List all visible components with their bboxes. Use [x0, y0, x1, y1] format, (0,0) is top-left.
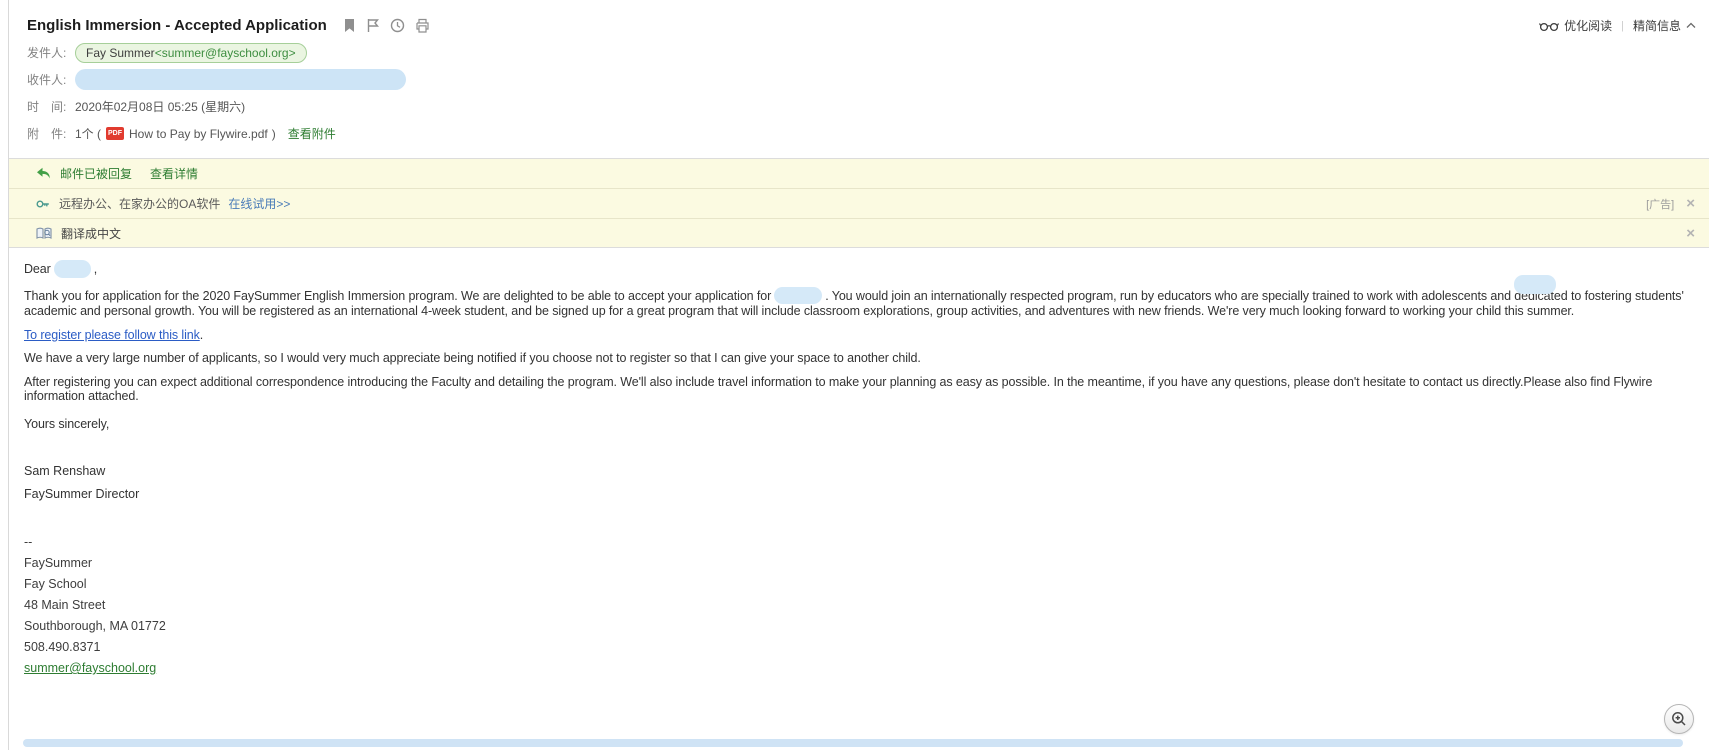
sender-contact-pill[interactable]: Fay Summer <summer@fayschool.org> — [75, 43, 307, 63]
mail-view: English Immersion - Accepted Application… — [8, 0, 1709, 750]
translate-action-text[interactable]: 翻译成中文 — [61, 225, 121, 242]
paragraph-2: We have a very large number of applicant… — [24, 351, 1694, 366]
closing-line: Yours sincerely, — [24, 417, 1694, 432]
recipient-redacted-pill[interactable] — [75, 69, 406, 90]
attachment-paren: ) — [272, 127, 276, 141]
pdf-icon: PDF — [106, 127, 124, 140]
optimize-reading-label: 优化阅读 — [1564, 17, 1612, 34]
key-icon — [36, 198, 50, 210]
email-body: Dear, Thank you for application for the … — [9, 248, 1709, 679]
reply-arrow-icon — [36, 167, 51, 180]
attachment-count: 1个 ( — [75, 125, 101, 142]
flag-icon[interactable] — [366, 18, 380, 33]
replied-notice-bar: 邮件已被回复 查看详情 — [9, 158, 1709, 188]
redacted-text-blob — [1514, 275, 1556, 294]
translate-notice-bar: 翻译成中文 × — [9, 218, 1709, 248]
clock-icon[interactable] — [390, 18, 405, 33]
email-subject: English Immersion - Accepted Application — [27, 17, 327, 34]
redacted-student-name — [774, 287, 822, 304]
signature-school: Fay School — [24, 574, 1694, 595]
glasses-icon — [1539, 20, 1559, 32]
replied-status-text: 邮件已被回复 — [60, 165, 132, 182]
toolbar-divider: | — [1621, 20, 1624, 32]
register-link[interactable]: To register please follow this link — [24, 328, 200, 342]
translate-close-icon[interactable]: × — [1686, 226, 1695, 241]
signature-city: Southborough, MA 01772 — [24, 616, 1694, 637]
greeting-comma: , — [94, 262, 97, 276]
signature-org: FaySummer — [24, 553, 1694, 574]
bookmark-icon[interactable] — [343, 18, 356, 33]
to-label: 收件人: — [27, 71, 75, 88]
translate-book-icon — [36, 227, 52, 240]
greeting-line: Dear, — [24, 260, 1694, 278]
simplify-info-label: 精简信息 — [1633, 17, 1681, 34]
signature-street: 48 Main Street — [24, 595, 1694, 616]
signature-divider: -- — [24, 532, 1694, 553]
sender-name: Fay Summer — [86, 46, 155, 60]
horizontal-scrollbar[interactable] — [23, 739, 1683, 747]
signature-title: FaySummer Director — [24, 487, 1694, 502]
time-value: 2020年02月08日 05:25 (星期六) — [75, 98, 245, 115]
sender-email: <summer@fayschool.org> — [155, 46, 296, 60]
signature-name: Sam Renshaw — [24, 464, 1694, 479]
ad-try-online-link[interactable]: 在线试用>> — [228, 195, 290, 212]
attachment-filename[interactable]: How to Pay by Flywire.pdf — [129, 127, 268, 141]
register-line: To register please follow this link. — [24, 328, 1694, 343]
ad-tag: [广告] — [1646, 196, 1674, 212]
time-label: 时 间: — [27, 98, 75, 115]
greeting-text: Dear — [24, 262, 51, 276]
paragraph-1: Thank you for application for the 2020 F… — [24, 287, 1694, 319]
paragraph-3: After registering you can expect additio… — [24, 375, 1694, 404]
redacted-recipient-name — [54, 260, 91, 278]
from-label: 发件人: — [27, 44, 75, 61]
view-reply-details-link[interactable]: 查看详情 — [150, 165, 198, 182]
mail-header: English Immersion - Accepted Application… — [9, 0, 1709, 158]
printer-icon[interactable] — [415, 18, 430, 33]
chevron-up-icon — [1686, 22, 1696, 29]
ad-close-icon[interactable]: × — [1686, 196, 1695, 211]
attachment-label: 附 件: — [27, 125, 75, 142]
optimize-reading-button[interactable]: 优化阅读 — [1539, 17, 1612, 34]
simplify-info-button[interactable]: 精简信息 — [1633, 17, 1696, 34]
zoom-in-button[interactable] — [1664, 704, 1694, 734]
paragraph-1-before: Thank you for application for the 2020 F… — [24, 289, 771, 303]
ad-text[interactable]: 远程办公、在家办公的OA软件 — [59, 195, 220, 212]
register-period: . — [200, 328, 203, 342]
signature-email-link[interactable]: summer@fayschool.org — [24, 661, 156, 675]
signature-phone: 508.490.8371 — [24, 637, 1694, 658]
zoom-in-icon — [1671, 711, 1687, 727]
ad-notice-bar: 远程办公、在家办公的OA软件 在线试用>> [广告] × — [9, 188, 1709, 218]
signature-footer: -- FaySummer Fay School 48 Main Street S… — [24, 532, 1694, 679]
view-attachment-link[interactable]: 查看附件 — [288, 125, 336, 142]
